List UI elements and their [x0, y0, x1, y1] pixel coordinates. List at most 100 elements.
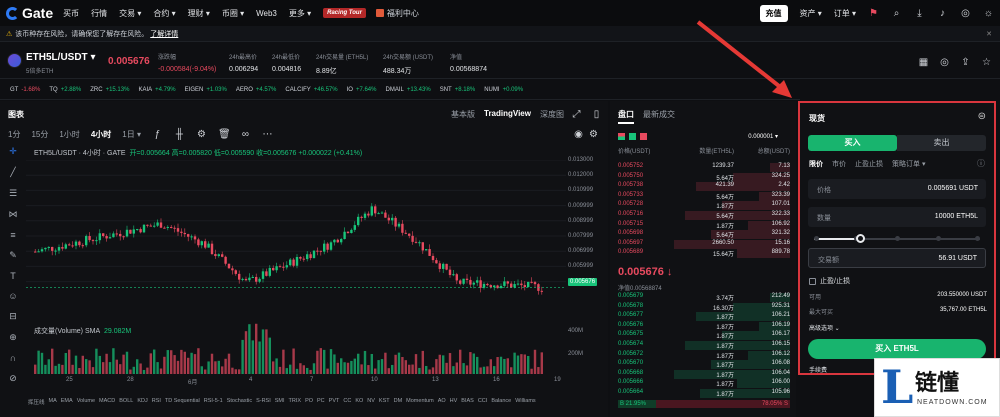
tf-1h[interactable]: 1小时 [59, 129, 79, 140]
orderbook-row[interactable]: 0.005733 5.64万 323.39 [618, 191, 790, 201]
order-type-strategy[interactable]: 策略订单 ▾ [892, 159, 925, 169]
order-type-tpsl[interactable]: 止盈止损 [855, 159, 883, 169]
tf-4h[interactable]: 4小时 [91, 129, 111, 140]
orderbook-row[interactable]: 0.005752 1239.37 7.13 [618, 163, 790, 172]
indicator-item[interactable]: 挥压线 [28, 398, 45, 406]
tpsl-toggle[interactable]: 止盈/止损 [809, 276, 850, 286]
marquee-item[interactable]: DMAIL +13.43% [385, 87, 430, 93]
nav-trade[interactable]: 交易 ▾ [119, 8, 141, 19]
price-input[interactable]: 价格 0.005691 USDT [808, 179, 986, 199]
quantity-input[interactable]: 数量 10000 ETH5L [808, 207, 986, 227]
orderbook-row[interactable]: 0.005664 1.87万 105.96 [618, 389, 790, 398]
indicator-item[interactable]: MACD [99, 398, 115, 406]
zoom-icon[interactable]: ⊕ [9, 332, 17, 343]
compass-icon[interactable]: ◎ [939, 57, 950, 68]
orderbook-row[interactable]: 0.005689 15.64万 889.78 [618, 249, 790, 259]
marquee-item[interactable]: TQ +2.88% [49, 87, 81, 93]
risk-details-link[interactable]: 了解详情 [150, 29, 178, 39]
fib-icon[interactable]: ≡ [10, 230, 15, 240]
indicator-item[interactable]: MA [49, 398, 57, 406]
nav-buy-crypto[interactable]: 买币 [63, 8, 79, 19]
advanced-options[interactable]: 高级选项 ⌄ [809, 323, 840, 332]
slider-knob[interactable] [856, 234, 866, 243]
indicator-item[interactable]: RSI-5-1 [204, 398, 223, 406]
more-icon[interactable]: ⋯ [262, 129, 273, 140]
orderbook-row[interactable]: 0.005674 1.87万 106.15 [618, 341, 790, 350]
crosshair-icon[interactable]: ✛ [9, 146, 17, 157]
orderbook-row[interactable]: 0.005678 16.30万 925.31 [618, 302, 790, 312]
amount-input[interactable]: 交易额 56.91 USDT [808, 248, 986, 268]
deposit-button[interactable]: 充值 [759, 4, 788, 22]
orderbook-row[interactable]: 0.005677 1.87万 106.21 [618, 312, 790, 322]
fullscreen-icon[interactable]: ⤢ [571, 109, 582, 120]
candlestick-chart[interactable] [26, 160, 566, 385]
marquee-item[interactable]: AERO +4.57% [236, 87, 277, 93]
tab-tradingview[interactable]: TradingView [484, 109, 531, 120]
trash-icon[interactable]: 🗑 [218, 129, 231, 140]
indicator-item[interactable]: KST [379, 398, 390, 406]
tab-orderbook[interactable]: 盘口 [618, 109, 634, 124]
fee-label[interactable]: 手续费 [809, 365, 827, 374]
tf-1d[interactable]: 1日 ▾ [122, 129, 141, 140]
assets-menu[interactable]: 资产 ▾ [800, 8, 822, 19]
tf-15m[interactable]: 15分 [31, 129, 48, 140]
indicator-item[interactable]: Stochastic [227, 398, 252, 406]
link-icon[interactable]: ∞ [240, 129, 251, 140]
nav-more[interactable]: 更多 ▾ [289, 8, 311, 19]
buy-tab[interactable]: 买入 [808, 135, 897, 151]
indicator-icon[interactable]: ƒ [152, 129, 163, 140]
marquee-item[interactable]: IO +7.64% [347, 87, 377, 93]
indicator-item[interactable]: Volume [77, 398, 95, 406]
orders-menu[interactable]: 订单 ▾ [834, 8, 856, 19]
indicator-item[interactable]: SMI [275, 398, 285, 406]
orderbook-row[interactable]: 0.005672 1.87万 106.12 [618, 350, 790, 360]
orderbook-row[interactable]: 0.005668 1.87万 106.04 [618, 369, 790, 379]
orderbook-row[interactable]: 0.005666 1.87万 106.00 [618, 379, 790, 389]
share-icon[interactable]: ⇪ [960, 57, 971, 68]
trendline-icon[interactable]: ╱ [10, 167, 15, 178]
orderbook-row[interactable]: 0.005698 5.64万 321.32 [618, 230, 790, 240]
tab-latest-trades[interactable]: 最新成交 [643, 109, 675, 124]
orderbook-row[interactable]: 0.005670 1.87万 106.08 [618, 360, 790, 370]
marquee-item[interactable]: KAIA +4.79% [138, 87, 175, 93]
globe-icon[interactable]: ◎ [960, 8, 971, 19]
marquee-item[interactable]: NUMI +0.09% [484, 87, 523, 93]
chart-settings-icon[interactable]: ⚙ [588, 129, 599, 140]
nav-markets[interactable]: 行情 [91, 8, 107, 19]
marquee-item[interactable]: GT -1.68% [10, 87, 40, 93]
download-icon[interactable]: ⤓ [914, 8, 925, 19]
calculator-icon[interactable]: ⊜ [978, 111, 986, 122]
lock-icon[interactable]: ⊘ [9, 373, 17, 384]
welfare-center-link[interactable]: 福利中心 [375, 8, 419, 19]
theme-toggle-icon[interactable]: ☼ [983, 8, 994, 19]
sell-tab[interactable]: 卖出 [897, 135, 986, 151]
indicator-item[interactable]: CCI [478, 398, 487, 406]
tab-depth[interactable]: 深度图 [540, 109, 564, 120]
hlines-icon[interactable]: ☰ [9, 188, 17, 199]
indicator-item[interactable]: EMA [61, 398, 73, 406]
amount-slider[interactable] [814, 234, 980, 243]
close-icon[interactable]: ✕ [986, 30, 992, 38]
brush-icon[interactable]: ✎ [9, 250, 17, 261]
marquee-item[interactable]: ZRC +15.13% [90, 87, 129, 93]
order-type-limit[interactable]: 限价 [809, 159, 823, 169]
tf-1m[interactable]: 1分 [8, 129, 20, 140]
orderbook-row[interactable]: 0.005676 1.87万 106.19 [618, 321, 790, 331]
marquee-item[interactable]: EIGEN +1.03% [185, 87, 227, 93]
orderbook-row[interactable]: 0.005715 1.87万 106.92 [618, 220, 790, 230]
orderbook-row[interactable]: 0.005738 421.39 2.42 [618, 182, 790, 192]
order-type-market[interactable]: 市价 [832, 159, 846, 169]
settings-icon[interactable]: ⚙ [196, 129, 207, 140]
orderbook-row[interactable]: 0.005697 2660.50 15.16 [618, 239, 790, 249]
orderbook-row[interactable]: 0.005675 1.87万 106.17 [618, 331, 790, 341]
nav-square[interactable]: 币圈 ▾ [222, 8, 244, 19]
racing-tour-promo[interactable]: Racing Tour [323, 8, 366, 18]
buy-submit-button[interactable]: 买入 ETH5L [808, 339, 986, 359]
checkbox-icon[interactable] [809, 277, 816, 285]
gate-logo[interactable]: Gate [6, 5, 53, 21]
layout-icon[interactable]: ▯ [591, 109, 602, 120]
info-icon[interactable]: ⓘ [977, 158, 985, 169]
indicator-item[interactable]: PO [305, 398, 313, 406]
indicator-item[interactable]: Balance [491, 398, 511, 406]
orderbook-row[interactable]: 0.005716 5.64万 322.33 [618, 211, 790, 220]
